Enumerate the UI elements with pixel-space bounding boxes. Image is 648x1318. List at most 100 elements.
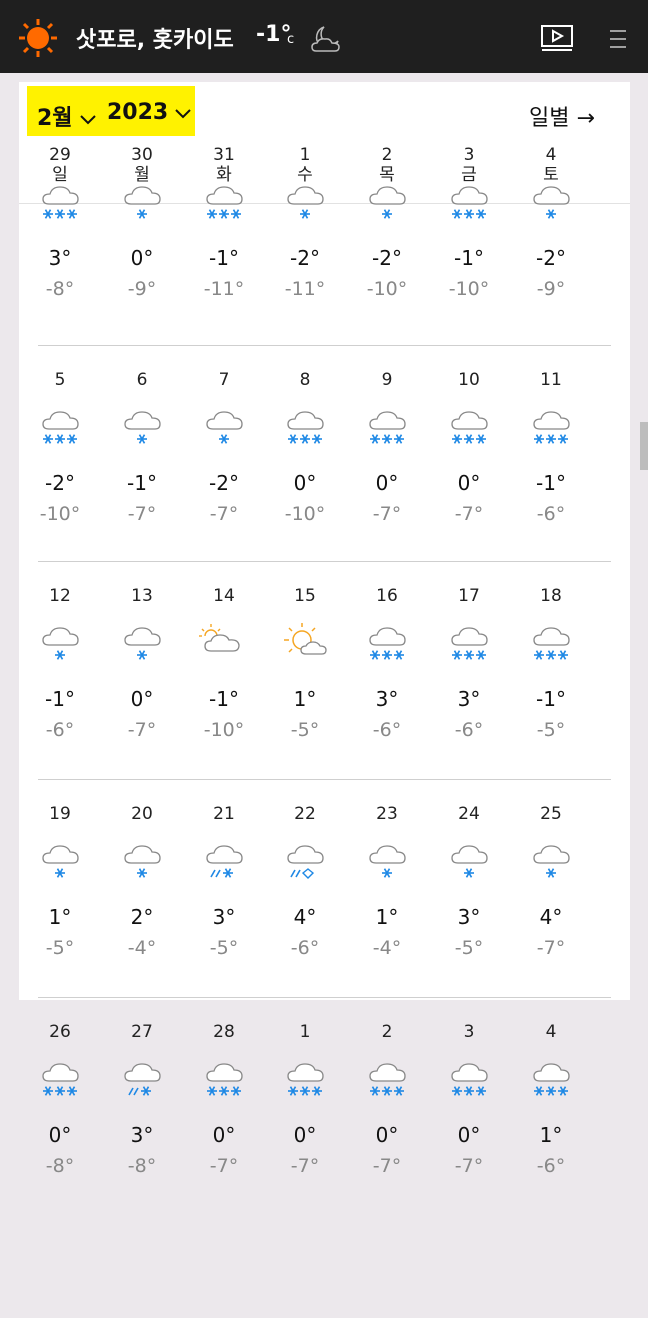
low-temp: -7° [290,1155,320,1177]
heavy-snow-icon [280,403,330,447]
day-date: 8 [299,370,311,390]
year-dropdown[interactable]: 2023 [107,100,192,125]
day-cell[interactable]: 2 -2° -10° [352,145,422,335]
day-cell[interactable]: 2 0° -7° [352,1022,422,1212]
day-date: 2 [381,1022,393,1042]
day-cell[interactable]: 11 -1° -6° [516,370,586,560]
high-temp: 0° [293,471,317,495]
mostly-cloudy-icon [199,619,249,663]
daily-view-link[interactable]: 일별 → [529,100,595,132]
light-snow-icon [526,837,576,881]
hamburger-menu-icon[interactable] [604,28,628,50]
low-temp: -9° [536,278,566,300]
high-temp: 0° [48,1123,72,1147]
high-temp: -1° [454,246,484,270]
heavy-snow-icon [280,1055,330,1099]
moon-cloud-icon [311,26,340,52]
high-temp: 0° [457,1123,481,1147]
heavy-snow-icon [362,619,412,663]
day-cell[interactable]: 4 -2° -9° [516,145,586,335]
high-temp: 1° [539,1123,563,1147]
day-cell[interactable]: 4 1° -6° [516,1022,586,1212]
heavy-snow-icon [444,178,494,222]
day-cell[interactable]: 14 -1° -10° [189,586,259,776]
day-date: 12 [49,586,71,606]
day-date: 16 [376,586,398,606]
day-cell[interactable]: 16 3° -6° [352,586,422,776]
light-snow-icon [362,178,412,222]
day-cell[interactable]: 13 0° -7° [107,586,177,776]
day-cell[interactable]: 22 4° -6° [270,804,340,994]
day-cell[interactable]: 6 -1° -7° [107,370,177,560]
day-cell[interactable]: 17 3° -6° [434,586,504,776]
day-cell[interactable]: 25 4° -7° [516,804,586,994]
day-cell[interactable]: 5 -2° -10° [25,370,95,560]
heavy-snow-icon [526,619,576,663]
video-play-icon[interactable] [539,23,575,53]
high-temp: 4° [539,905,563,929]
heavy-snow-icon [444,619,494,663]
low-temp: -10° [203,719,245,741]
month-label: 2월 [37,106,73,131]
day-cell[interactable]: 8 0° -10° [270,370,340,560]
high-temp: 0° [375,471,399,495]
low-temp: -7° [209,1155,239,1177]
day-date: 13 [131,586,153,606]
day-cell[interactable]: 12 -1° -6° [25,586,95,776]
day-cell[interactable]: 9 0° -7° [352,370,422,560]
day-cell[interactable]: 10 0° -7° [434,370,504,560]
low-temp: -5° [209,937,239,959]
low-temp: -7° [372,503,402,525]
high-temp: 0° [130,246,154,270]
day-cell[interactable]: 31 -1° -11° [189,145,259,335]
day-date: 3 [463,1022,475,1042]
day-cell[interactable]: 26 0° -8° [25,1022,95,1212]
day-date: 30 [131,145,153,165]
heavy-snow-icon [35,178,85,222]
high-temp: 2° [130,905,154,929]
light-snow-icon [362,837,412,881]
low-temp: -9° [127,278,157,300]
day-cell[interactable]: 27 3° -8° [107,1022,177,1212]
day-date: 19 [49,804,71,824]
high-temp: -1° [45,687,75,711]
day-cell[interactable]: 7 -2° -7° [189,370,259,560]
day-cell[interactable]: 23 1° -4° [352,804,422,994]
low-temp: -10° [39,503,81,525]
high-temp: 3° [130,1123,154,1147]
month-dropdown[interactable]: 2월 [37,100,97,132]
low-temp: -10° [366,278,408,300]
low-temp: -10° [284,503,326,525]
chevron-down-icon [175,109,191,119]
low-temp: -7° [372,1155,402,1177]
day-cell[interactable]: 1 0° -7° [270,1022,340,1212]
low-temp: -7° [127,719,157,741]
day-date: 14 [213,586,235,606]
day-cell[interactable]: 30 0° -9° [107,145,177,335]
day-cell[interactable]: 28 0° -7° [189,1022,259,1212]
day-date: 4 [545,145,557,165]
heavy-snow-icon [444,1055,494,1099]
low-temp: -5° [45,937,75,959]
low-temp: -7° [454,1155,484,1177]
light-snow-icon [280,178,330,222]
day-cell[interactable]: 3 0° -7° [434,1022,504,1212]
scrollbar-thumb[interactable] [640,422,648,470]
day-cell[interactable]: 29 3° -8° [25,145,95,335]
day-date: 11 [540,370,562,390]
day-date: 15 [294,586,316,606]
day-cell[interactable]: 24 3° -5° [434,804,504,994]
rain-snow-icon [199,837,249,881]
day-date: 23 [376,804,398,824]
day-cell[interactable]: 21 3° -5° [189,804,259,994]
high-temp: 0° [293,1123,317,1147]
day-cell[interactable]: 1 -2° -11° [270,145,340,335]
low-temp: -6° [290,937,320,959]
day-cell[interactable]: 18 -1° -5° [516,586,586,776]
high-temp: -2° [209,471,239,495]
day-cell[interactable]: 3 -1° -10° [434,145,504,335]
day-cell[interactable]: 20 2° -4° [107,804,177,994]
day-date: 10 [458,370,480,390]
day-cell[interactable]: 19 1° -5° [25,804,95,994]
day-cell[interactable]: 15 1° -5° [270,586,340,776]
